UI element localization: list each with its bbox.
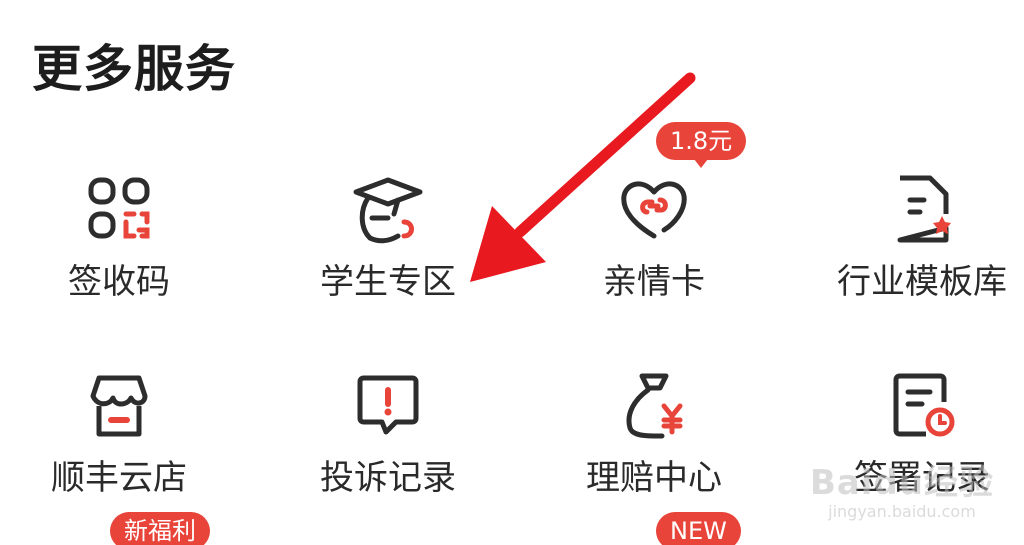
service-complaint-records[interactable]: 投诉记录 [260, 366, 516, 545]
service-sign-records[interactable]: 签署记录 [794, 366, 1024, 545]
service-label: 签收码 [68, 262, 170, 302]
claims-new-badge: NEW [656, 512, 741, 545]
section-title: 更多服务 [32, 40, 236, 98]
service-template-library[interactable]: 行业模板库 [794, 170, 1024, 350]
qr-code-icon [79, 170, 159, 250]
service-sign-code[interactable]: 签收码 [0, 170, 247, 350]
service-label: 亲情卡 [603, 262, 705, 302]
money-bag-icon [614, 366, 694, 446]
service-claims-center[interactable]: 理赔中心 [526, 366, 782, 545]
store-icon [79, 366, 159, 446]
service-student-zone[interactable]: 学生专区 [260, 170, 516, 350]
more-services-panel: 更多服务 签收码 学生专区 亲情卡 行业模板库 顺丰云店 投诉记录 理赔中心 签… [0, 0, 1024, 545]
graduation-cap-icon [348, 170, 428, 250]
service-label: 投诉记录 [320, 458, 456, 498]
service-label: 理赔中心 [586, 458, 722, 498]
service-label: 顺丰云店 [51, 458, 187, 498]
cloud-store-welfare-badge: 新福利 [110, 512, 210, 545]
service-label: 签署记录 [854, 458, 990, 498]
template-document-icon [882, 170, 962, 250]
service-label: 学生专区 [320, 262, 456, 302]
service-label: 行业模板库 [837, 262, 1007, 302]
service-family-card[interactable]: 亲情卡 [526, 170, 782, 350]
heart-link-icon [614, 170, 694, 250]
family-card-price-badge: 1.8元 [656, 122, 747, 168]
sign-record-icon [882, 366, 962, 446]
complaint-icon [348, 366, 428, 446]
